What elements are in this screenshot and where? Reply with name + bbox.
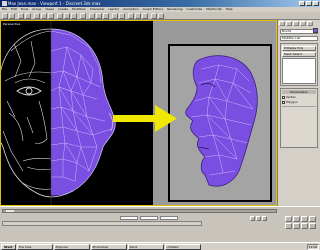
snap-icon[interactable] (89, 13, 95, 19)
link-icon[interactable] (18, 13, 24, 19)
start-button[interactable]: Start (1, 243, 16, 250)
quick-render-icon[interactable] (158, 13, 164, 19)
task-button[interactable]: Photoshop (90, 243, 127, 250)
modifier-stack: Editable Poly Mesh Select (280, 43, 318, 86)
title-bar: Max Jean.max - Viewport 1 - Discreet 3ds… (0, 0, 320, 7)
curve-editor-icon[interactable] (128, 13, 134, 19)
go-end-icon[interactable] (262, 216, 267, 221)
viewport-scene (1, 21, 276, 205)
checkbox-icon (282, 100, 285, 104)
rollout-title[interactable]: Parameters (282, 90, 316, 94)
mirror-icon[interactable] (112, 13, 118, 19)
display-tab-icon[interactable] (307, 21, 313, 26)
create-tab-icon[interactable] (279, 21, 285, 26)
window-controls (299, 1, 319, 6)
maximize-viewport-icon[interactable] (309, 223, 316, 229)
polygon-checkbox[interactable]: Polygon (282, 100, 316, 104)
modifier-list-dropdown[interactable]: Modifier List (280, 36, 318, 41)
z-field[interactable] (160, 216, 178, 220)
align-icon[interactable] (119, 13, 125, 19)
zoom-all-icon[interactable] (293, 216, 300, 222)
parameters-rollout: Parameters Vertex Polygon (280, 88, 318, 148)
y-field[interactable] (140, 216, 158, 220)
viewport-label[interactable]: Perspective (3, 22, 20, 26)
command-tabs (278, 20, 320, 27)
bottom-panel (0, 206, 320, 242)
vertex-checkbox[interactable]: Vertex (282, 95, 316, 99)
pan-icon[interactable] (293, 223, 300, 229)
status-bar (2, 221, 202, 226)
unlink-icon[interactable] (25, 13, 31, 19)
task-button[interactable]: Paint (127, 243, 164, 250)
orbit-icon[interactable] (301, 223, 308, 229)
viewport-navigation (285, 216, 316, 229)
move-icon[interactable] (57, 13, 63, 19)
fov-icon[interactable] (285, 223, 292, 229)
parameters-body (282, 106, 316, 146)
taskbar: Start 3ds max Explorer Photoshop Paint U… (0, 242, 320, 250)
app-icon (2, 1, 7, 6)
task-button[interactable]: 3ds max (16, 243, 53, 250)
window-title: Max Jean.max - Viewport 1 - Discreet 3ds… (8, 1, 101, 6)
task-button[interactable]: Untitled (164, 243, 201, 250)
rotate-icon[interactable] (64, 13, 70, 19)
material-editor-icon[interactable] (142, 13, 148, 19)
go-start-icon[interactable] (250, 216, 255, 221)
time-slider[interactable] (2, 209, 277, 213)
maximize-icon[interactable] (306, 1, 312, 6)
stack-list[interactable] (282, 58, 316, 84)
zoom-icon[interactable] (285, 216, 292, 222)
region-select-icon[interactable] (48, 13, 54, 19)
undo-icon[interactable] (2, 13, 8, 19)
close-icon[interactable] (313, 1, 319, 6)
percent-snap-icon[interactable] (103, 13, 109, 19)
zoom-extents-all-icon[interactable] (309, 216, 316, 222)
pivot-icon[interactable] (80, 13, 86, 19)
redo-icon[interactable] (9, 13, 15, 19)
taskbar-clock: 12:00 (307, 243, 319, 250)
minimize-icon[interactable] (299, 1, 305, 6)
modify-tab-icon[interactable] (286, 21, 292, 26)
schematic-icon[interactable] (135, 13, 141, 19)
scale-icon[interactable] (71, 13, 77, 19)
stack-item-1[interactable]: Editable Poly (282, 46, 316, 51)
select-icon[interactable] (34, 13, 40, 19)
command-panel: Box01 Modifier List Editable Poly Mesh S… (277, 20, 320, 206)
viewport[interactable]: Perspective (0, 20, 277, 206)
play-icon[interactable] (256, 216, 261, 221)
motion-tab-icon[interactable] (300, 21, 306, 26)
render-setup-icon[interactable] (151, 13, 157, 19)
x-field[interactable] (120, 216, 138, 220)
playback-controls (250, 216, 267, 221)
zoom-extents-icon[interactable] (301, 216, 308, 222)
hierarchy-tab-icon[interactable] (293, 21, 299, 26)
stack-item-2[interactable]: Mesh Select (282, 52, 316, 57)
task-button[interactable]: Explorer (53, 243, 90, 250)
time-slider-handle[interactable] (6, 210, 14, 212)
main-toolbar (0, 12, 320, 20)
angle-snap-icon[interactable] (96, 13, 102, 19)
checkbox-icon (282, 95, 285, 99)
select-by-name-icon[interactable] (41, 13, 47, 19)
coordinate-fields (120, 216, 178, 220)
object-color-swatch[interactable] (313, 28, 318, 33)
